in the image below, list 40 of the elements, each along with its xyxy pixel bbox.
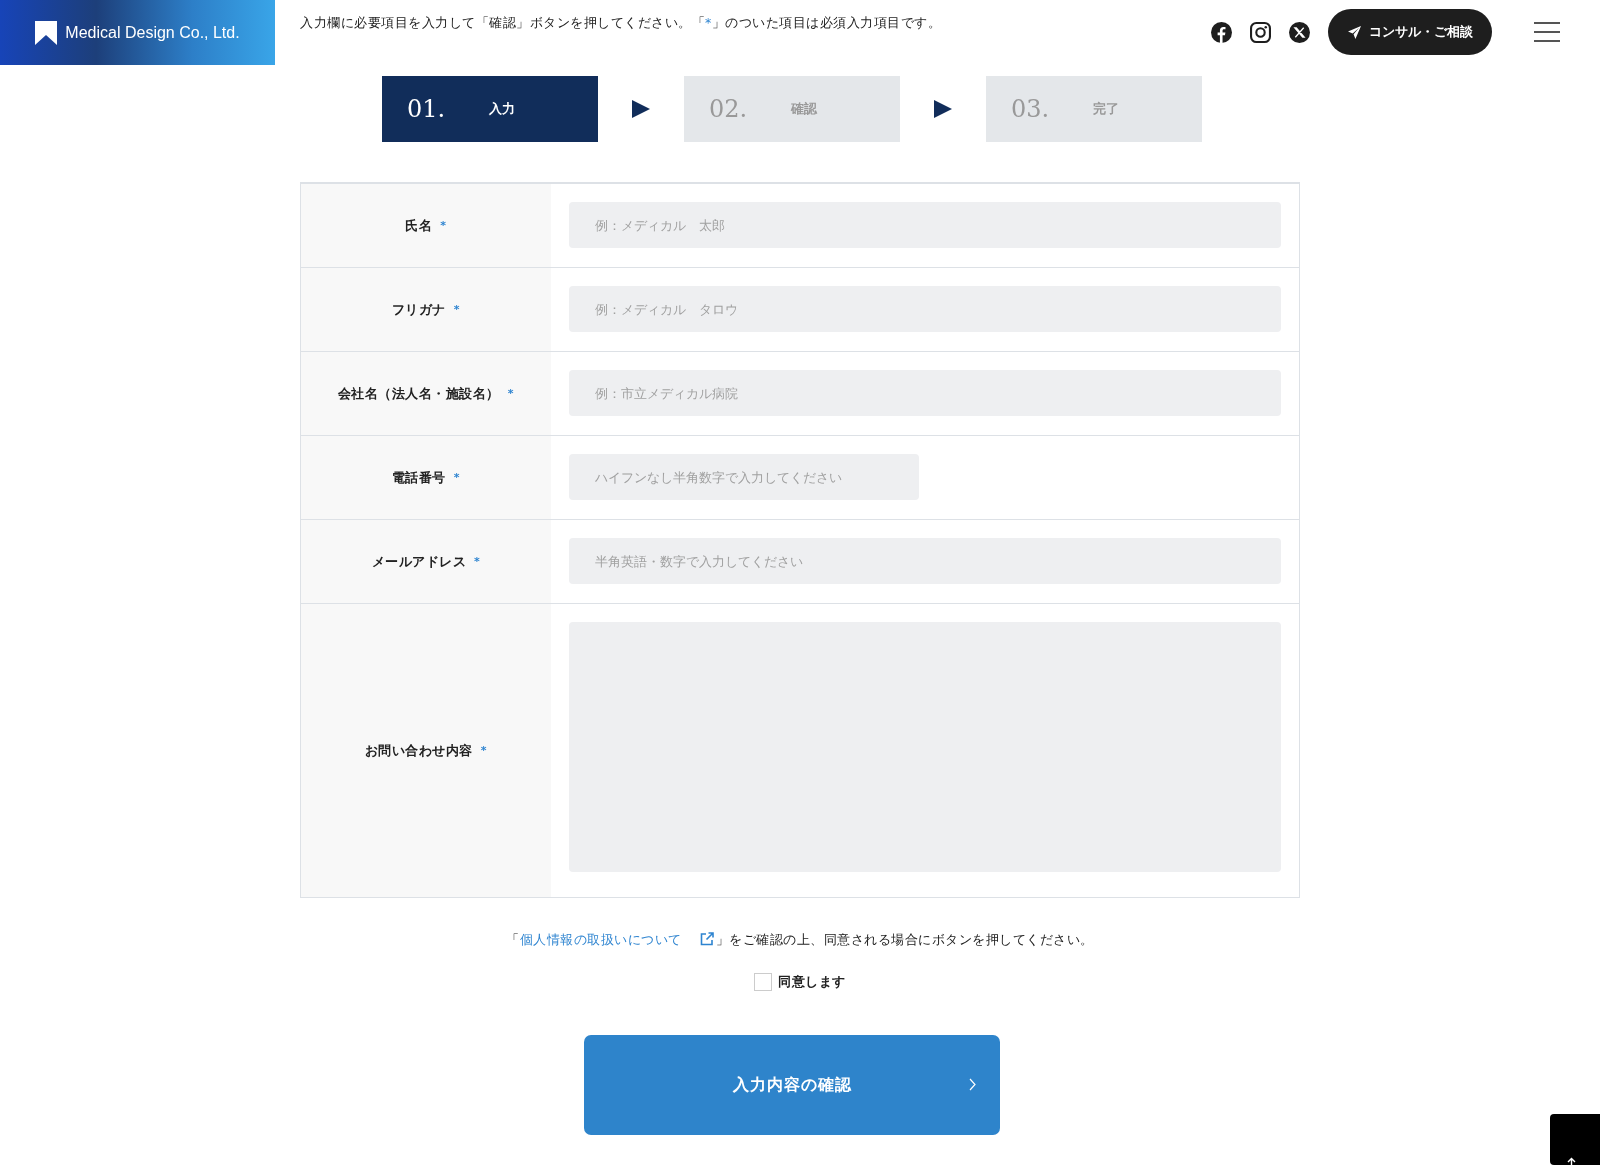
agree-checkbox[interactable] [754,973,773,991]
step-indicator: 02. 確認 [684,76,900,142]
field-label: メールアドレス [371,552,467,571]
instagram-icon[interactable] [1250,21,1271,43]
required-mark: * [453,471,461,484]
input-field[interactable]: 例：市立メディカル病院 [569,370,1281,416]
field-label: お問い合わせ内容 [364,741,473,760]
play-arrow-icon [934,100,952,118]
paper-plane-icon [1347,25,1361,39]
field-label: 電話番号 [391,468,446,487]
step-indicator: 03. 完了 [986,76,1202,142]
step-indicator: 01. 入力 [382,76,598,142]
input-field[interactable]: 半角英語・数字で入力してください [569,538,1281,584]
logo-icon [35,20,58,45]
input-field[interactable]: 例：メディカル タロウ [569,286,1281,332]
required-notice: 入力欄に必要項目を入力して「確認」ボタンを押してください。「*」のついた項目は必須入力項目です。 [300,15,942,32]
company-name: Medical Design Co., Ltd. [65,23,240,42]
input-field[interactable]: ハイフンなし半角数字で入力してください [569,454,919,500]
confirm-input-button[interactable]: 入力内容の確認 [584,1035,1000,1135]
required-mark: * [507,387,515,400]
field-label: 会社名（法人名・施設名） [337,384,500,403]
external-link-icon[interactable] [699,932,714,946]
up-arrow-icon [1567,1157,1576,1168]
logo[interactable]: Medical Design Co., Ltd. [0,0,275,65]
chevron-right-icon [969,1078,976,1091]
required-mark: * [474,555,481,568]
required-mark: * [480,744,488,757]
required-mark: * [440,219,447,232]
required-mark: * [453,303,461,316]
checkbox-label[interactable]: 同意します [778,973,846,991]
input-field[interactable]: 例：メディカル 太郎 [569,202,1281,248]
facebook-icon[interactable] [1211,21,1232,43]
field-label: フリガナ [391,300,446,319]
menu-icon[interactable] [1534,22,1560,42]
play-arrow-icon [632,100,650,118]
field-label: 氏名 [405,216,433,235]
privacy-policy-link[interactable]: 個人情報の取扱いについて [519,932,682,947]
privacy-consent-text: 「個人情報の取扱いについて 」をご確認の上、同意される場合にボタンを押してください。 [506,932,1094,949]
x-icon[interactable] [1289,21,1310,43]
consult-button[interactable]: コンサル・ご相談 [1328,9,1492,55]
